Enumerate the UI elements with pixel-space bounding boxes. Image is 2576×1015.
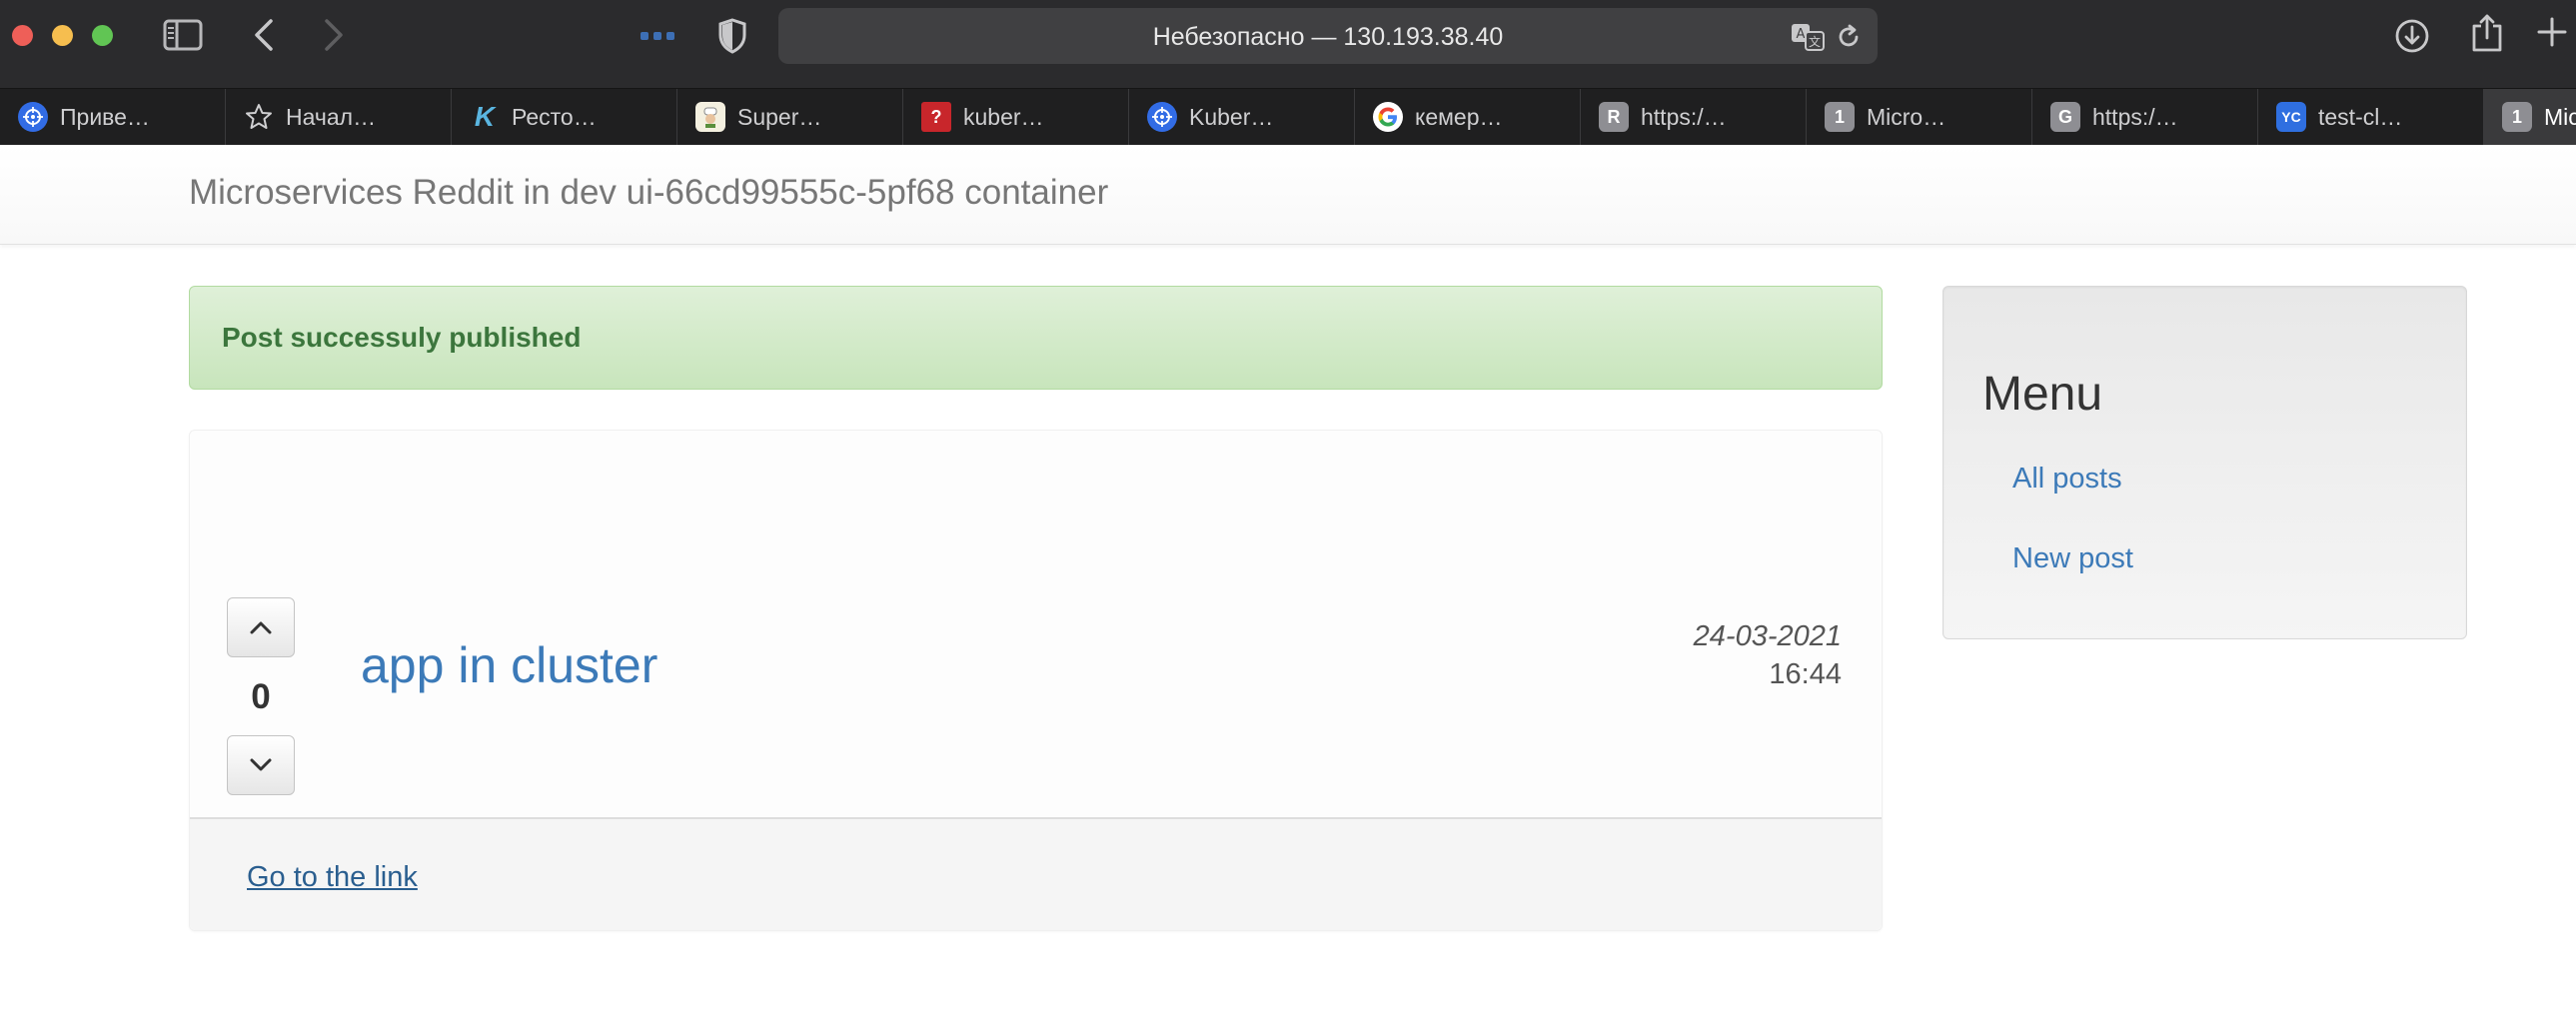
- share-button[interactable]: [2470, 12, 2504, 54]
- chevron-right-icon: [325, 19, 343, 51]
- tab-label: https:/…: [1641, 103, 1727, 130]
- tab-8[interactable]: R https:/…: [1581, 89, 1807, 145]
- downvote-button[interactable]: [227, 735, 295, 795]
- close-window-button[interactable]: [12, 25, 33, 46]
- svg-text:文: 文: [1809, 34, 1821, 49]
- tab-label: https:/…: [2092, 103, 2178, 130]
- translate-icon: A 文: [1792, 24, 1825, 51]
- tab-label: test-cl…: [2318, 103, 2403, 130]
- menu-item-new-post[interactable]: New post: [2012, 542, 2133, 575]
- r-letter-icon: R: [1599, 102, 1629, 132]
- zoom-window-button[interactable]: [92, 25, 113, 46]
- number-one-icon: 1: [1825, 102, 1855, 132]
- upvote-button[interactable]: [227, 597, 295, 657]
- tab-label: Kuber…: [1189, 103, 1274, 130]
- back-button[interactable]: [252, 18, 276, 52]
- svg-text:A: A: [1797, 27, 1806, 42]
- dots-icon: [641, 32, 674, 40]
- plus-icon: [2537, 17, 2567, 47]
- question-mark-icon: ?: [921, 102, 951, 132]
- yc-icon: YC: [2276, 102, 2306, 132]
- tab-12-active[interactable]: 1 Mic: [2484, 89, 2576, 145]
- tab-label: Mic: [2544, 103, 2576, 130]
- post-card: 0 app in cluster 24-03-2021 16:44 Go to …: [189, 430, 1883, 931]
- extensions-button[interactable]: [640, 28, 679, 44]
- chef-icon: [695, 102, 725, 132]
- tab-label: kuber…: [963, 103, 1044, 130]
- vote-count: 0: [251, 677, 271, 716]
- post-title-link[interactable]: app in cluster: [361, 636, 657, 694]
- tab-11[interactable]: YC test-cl…: [2258, 89, 2484, 145]
- chevron-up-icon: [250, 621, 272, 634]
- g-letter-icon: G: [2050, 102, 2080, 132]
- browser-toolbar: Небезопасно — 130.193.38.40 A 文: [0, 0, 2576, 88]
- tab-label: кемер…: [1415, 103, 1503, 130]
- shield-icon: [718, 18, 746, 54]
- tab-label: Ресто…: [512, 103, 597, 130]
- sidebar-menu: Menu All posts New post: [1942, 286, 2467, 639]
- menu-item-all-posts[interactable]: All posts: [2012, 463, 2122, 496]
- post-footer: Go to the link: [190, 817, 1882, 930]
- forward-button[interactable]: [322, 18, 346, 52]
- success-alert: Post successuly published: [189, 286, 1883, 390]
- new-tab-button[interactable]: [2536, 16, 2568, 48]
- tab-4[interactable]: Super…: [677, 89, 903, 145]
- navbar: Microservices Reddit in dev ui-66cd99555…: [0, 145, 2576, 245]
- address-bar[interactable]: Небезопасно — 130.193.38.40 A 文: [778, 8, 1878, 64]
- kubernetes-icon: [1147, 102, 1177, 132]
- tab-label: Начал…: [286, 103, 377, 130]
- tab-7[interactable]: кемер…: [1355, 89, 1581, 145]
- number-one-icon: 1: [2502, 102, 2532, 132]
- translate-button[interactable]: A 文: [1790, 22, 1828, 57]
- tab-10[interactable]: G https:/…: [2032, 89, 2258, 145]
- downloads-button[interactable]: [2393, 17, 2431, 55]
- address-text: Небезопасно — 130.193.38.40: [1152, 23, 1504, 51]
- post-date: 24-03-2021: [1693, 620, 1842, 652]
- google-icon: [1373, 102, 1403, 132]
- tab-1[interactable]: Приве…: [0, 89, 226, 145]
- tab-label: Super…: [737, 103, 822, 130]
- reload-icon: [1839, 24, 1859, 47]
- tab-2[interactable]: Начал…: [226, 89, 452, 145]
- sidebar-toggle-button[interactable]: [163, 18, 203, 52]
- chevron-left-icon: [255, 19, 273, 51]
- navbar-brand[interactable]: Microservices Reddit in dev ui-66cd99555…: [189, 173, 1108, 213]
- chevron-down-icon: [250, 758, 272, 771]
- star-icon: [244, 102, 274, 132]
- privacy-report-button[interactable]: [717, 18, 747, 54]
- tab-strip: Приве… Начал… K Ресто… Super… ? kuber… K…: [0, 88, 2576, 145]
- tab-label: Micro…: [1867, 103, 1946, 130]
- tab-9[interactable]: 1 Micro…: [1807, 89, 2032, 145]
- tab-6[interactable]: Kuber…: [1129, 89, 1355, 145]
- web-page: Microservices Reddit in dev ui-66cd99555…: [0, 145, 2576, 1015]
- go-to-link[interactable]: Go to the link: [247, 861, 418, 894]
- menu-title: Menu: [1982, 368, 2103, 421]
- k-logo-icon: K: [474, 101, 496, 132]
- tab-5[interactable]: ? kuber…: [903, 89, 1129, 145]
- share-icon: [2472, 14, 2502, 52]
- sidebar-icon: [163, 19, 203, 51]
- minimize-window-button[interactable]: [52, 25, 73, 46]
- tab-3[interactable]: K Ресто…: [452, 89, 677, 145]
- kubernetes-icon: [18, 102, 48, 132]
- reload-button[interactable]: [1836, 24, 1862, 55]
- tab-label: Приве…: [60, 103, 150, 130]
- download-icon: [2395, 19, 2429, 53]
- post-time: 16:44: [1769, 658, 1842, 690]
